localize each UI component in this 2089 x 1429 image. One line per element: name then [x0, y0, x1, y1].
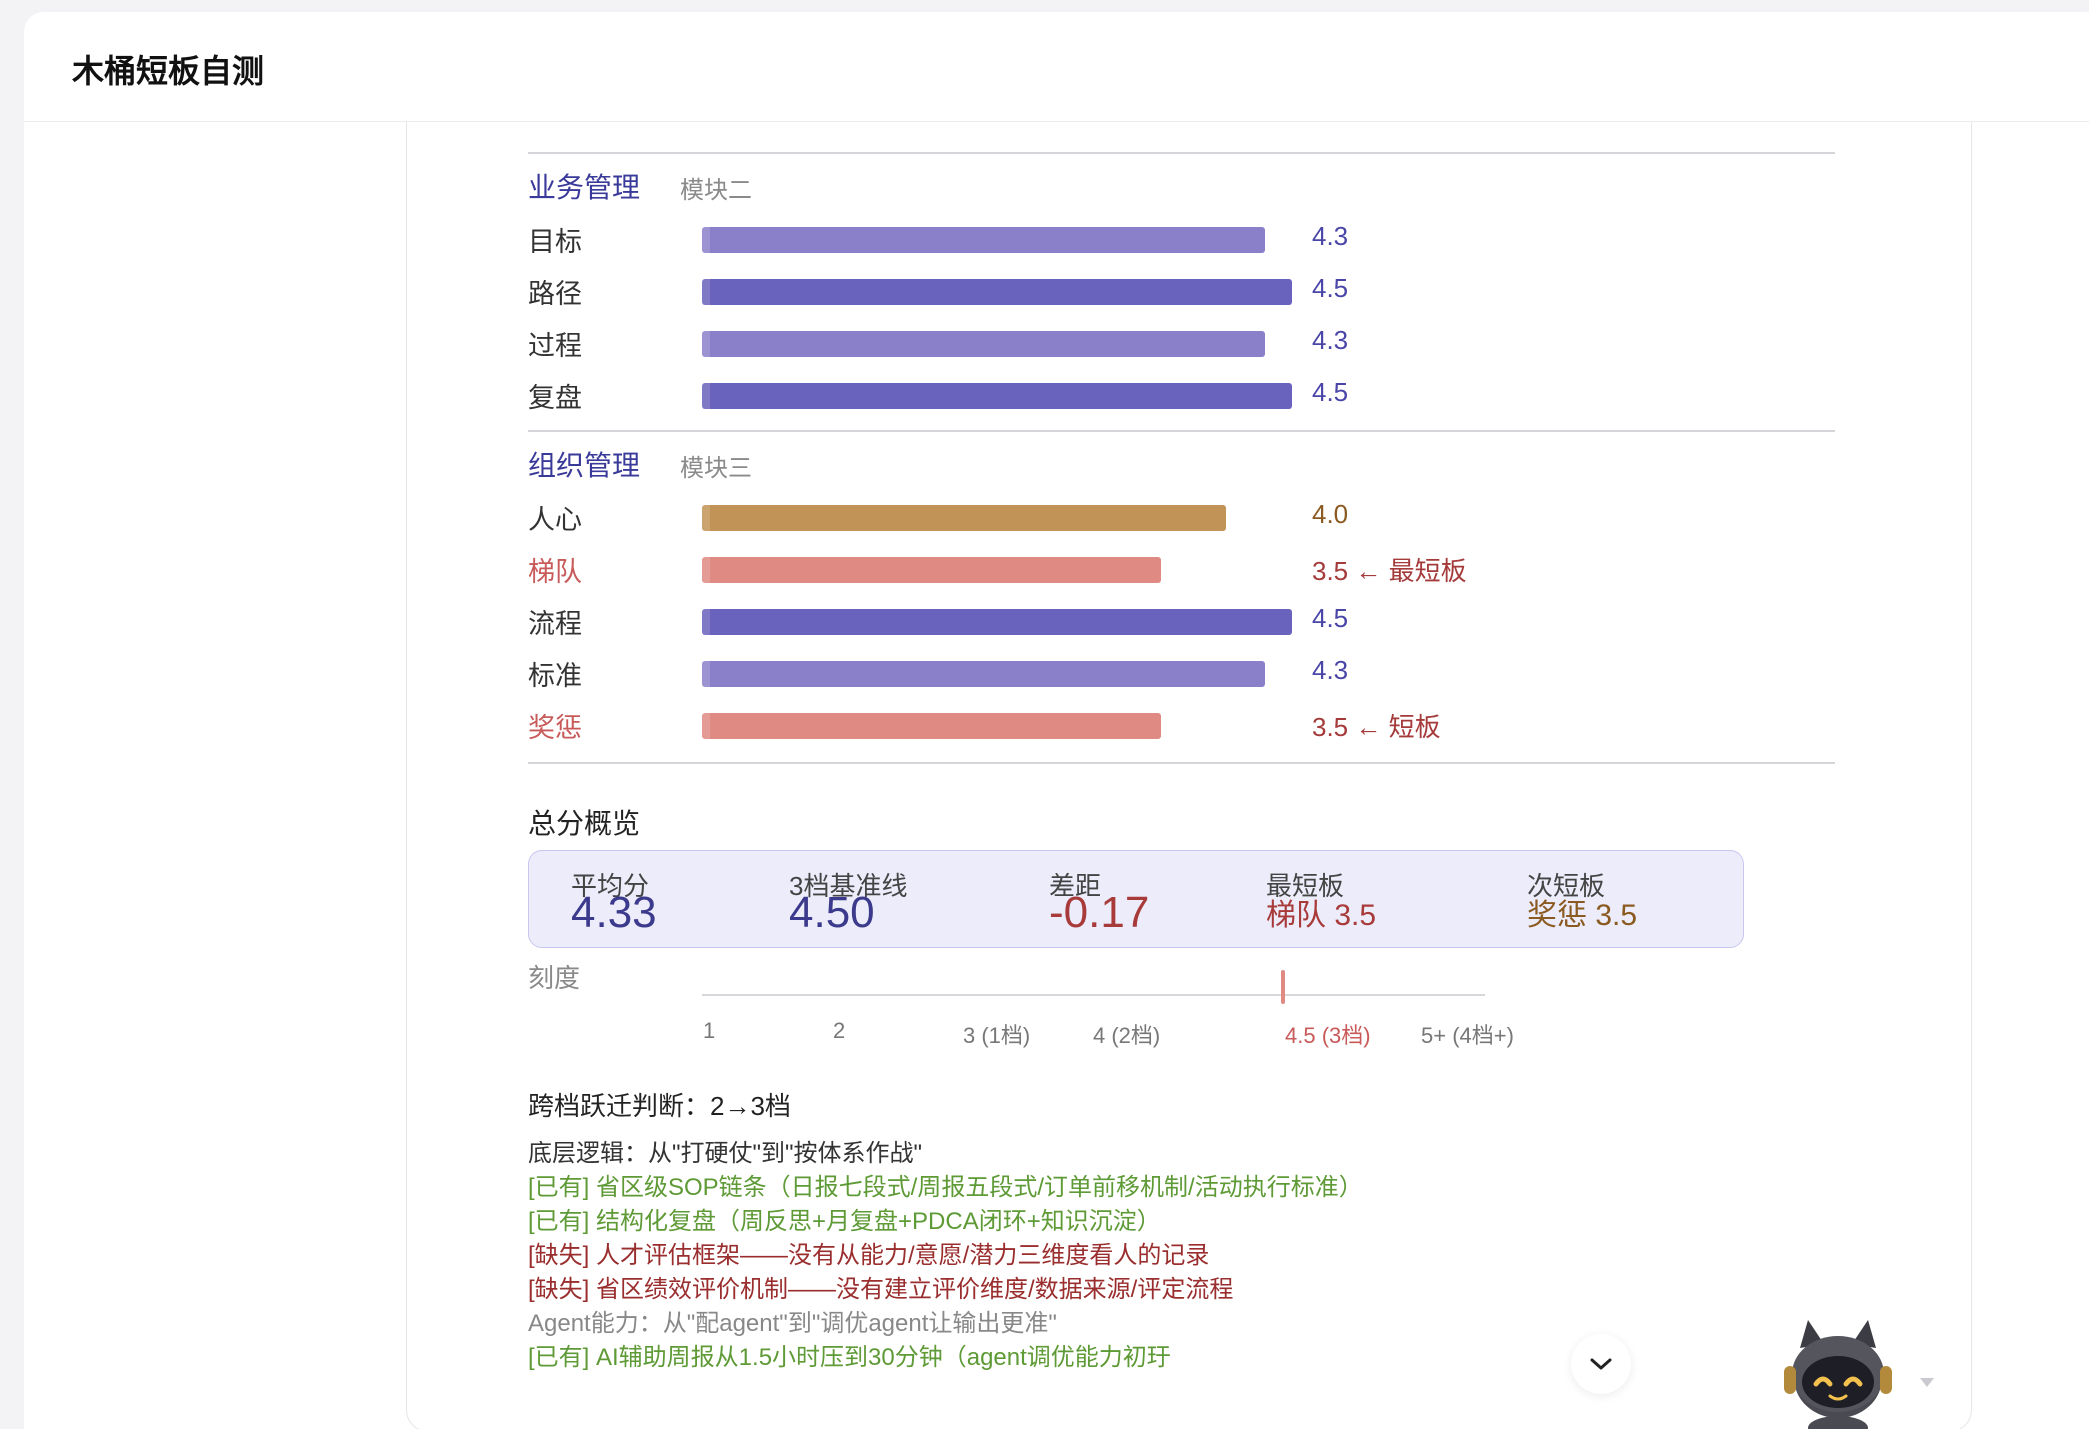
list-item: [已有] 省区级SOP链条（日报七段式/周报五段式/订单前移机制/活动执行标准）: [528, 1174, 1363, 1201]
stat-value: 4.33: [571, 888, 657, 937]
score-value-process: 4.3: [1312, 325, 1349, 355]
list-item: [已有] 结构化复盘（周反思+月复盘+PDCA闭环+知识沉淀）: [528, 1208, 1161, 1235]
scale-tick: 1: [703, 1018, 716, 1043]
stat-label: 最短板: [1266, 871, 1345, 901]
score-bar-echelon: [702, 557, 1161, 583]
stat-value: 梯队 3.5: [1266, 899, 1377, 932]
scale-tick: 4 (2档): [1093, 1023, 1161, 1048]
summary-box: 平均分 4.33 3档基准线 4.50 差距 -0.17 最短板 梯队 3.5 …: [528, 850, 1744, 948]
score-value-echelon: 3.5 ← 最短板: [1312, 556, 1467, 586]
score-value-reward: 3.5 ← 短板: [1312, 712, 1441, 742]
result-card[interactable]: 业务管理 模块二 目标 4.3 路径 4.5 过程 4.3 复盘 4.5 组织管…: [406, 122, 1972, 1429]
scale-label: 刻度: [528, 963, 581, 993]
stat-label: 次短板: [1527, 871, 1606, 901]
scale-tick: 4.5 (3档): [1285, 1023, 1371, 1048]
page-title: 木桶短板自测: [72, 53, 265, 89]
score-bar-reward: [702, 713, 1161, 739]
stat-second-shortest: 次短板 奖惩 3.5: [1527, 873, 1637, 933]
score-value-path: 4.5: [1312, 273, 1349, 303]
logic-heading: 底层逻辑：从"打硬仗"到"按体系作战": [528, 1140, 923, 1167]
app-header: 木桶短板自测: [24, 12, 2089, 122]
row-label-echelon: 梯队: [528, 557, 582, 587]
row-label-process: 过程: [528, 331, 582, 361]
score-bar-process: [702, 331, 1265, 357]
baseline-marker: [1281, 970, 1285, 1004]
scroll-down-button[interactable]: [1571, 1334, 1631, 1394]
mascot-menu-caret-icon[interactable]: [1920, 1378, 1934, 1387]
scale-line: [702, 994, 1485, 996]
score-bar-review: [702, 383, 1292, 409]
scale-tick: 2: [833, 1018, 846, 1043]
row-label-standard: 标准: [528, 661, 582, 691]
agent-heading: Agent能力：从"配agent"到"调优agent让输出更准": [528, 1310, 1057, 1337]
module-title: 组织管理: [528, 450, 641, 481]
score-bar-people: [702, 505, 1226, 531]
score-value-review: 4.5: [1312, 377, 1349, 407]
robot-cat-mascot-icon[interactable]: [1778, 1318, 1898, 1429]
judgement-heading: 跨档跃迁判断：2→3档: [528, 1091, 791, 1121]
score-value-standard: 4.3: [1312, 655, 1349, 685]
module-title: 业务管理: [528, 172, 641, 203]
module-subtitle: 模块三: [680, 455, 752, 482]
score-value-flow: 4.5: [1312, 603, 1349, 633]
divider: [528, 762, 1835, 764]
list-item: [缺失] 省区绩效评价机制——没有建立评价维度/数据来源/评定流程: [528, 1276, 1234, 1303]
score-value-people: 4.0: [1312, 499, 1349, 529]
score-bar-standard: [702, 661, 1265, 687]
chevron-down-icon: [1590, 1358, 1612, 1370]
list-item: [已有] AI辅助周报从1.5小时压到30分钟（agent调优能力初玗: [528, 1344, 1171, 1371]
divider: [528, 430, 1835, 432]
scale-tick: 5+ (4档+): [1421, 1023, 1514, 1048]
score-value-goal: 4.3: [1312, 221, 1349, 251]
stat-value: 奖惩 3.5: [1527, 899, 1638, 932]
overview-title: 总分概览: [528, 808, 641, 839]
stat-baseline: 3档基准线 4.50: [789, 873, 907, 935]
divider: [528, 152, 1835, 154]
stat-average: 平均分 4.33: [571, 873, 657, 937]
score-bar-goal: [702, 227, 1265, 253]
row-label-review: 复盘: [528, 383, 582, 413]
row-label-people: 人心: [528, 505, 582, 535]
score-bar-path: [702, 279, 1292, 305]
app-window: 木桶短板自测 业务管理 模块二 目标 4.3 路径 4.5 过程 4.3 复盘 …: [24, 12, 2089, 1429]
module-subtitle: 模块二: [680, 177, 752, 204]
row-label-path: 路径: [528, 279, 582, 309]
row-label-flow: 流程: [528, 609, 582, 639]
scale-tick: 3 (1档): [963, 1023, 1031, 1048]
stat-value: -0.17: [1049, 888, 1150, 937]
stat-shortest: 最短板 梯队 3.5: [1266, 873, 1376, 933]
score-bar-flow: [702, 609, 1292, 635]
row-label-reward: 奖惩: [528, 713, 582, 743]
stat-gap: 差距 -0.17: [1049, 873, 1150, 937]
list-item: [缺失] 人才评估框架——没有从能力/意愿/潜力三维度看人的记录: [528, 1242, 1210, 1269]
row-label-goal: 目标: [528, 227, 582, 257]
